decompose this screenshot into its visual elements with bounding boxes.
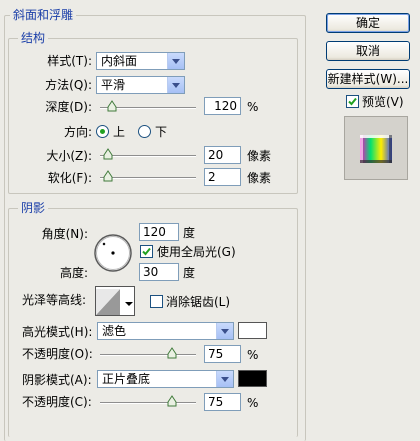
global-light-checkbox[interactable] — [140, 245, 153, 258]
preview-checkbox[interactable] — [346, 95, 359, 108]
soften-slider[interactable] — [100, 177, 196, 179]
structure-title: 结构 — [18, 31, 49, 45]
angle-input[interactable]: 120 — [139, 223, 179, 241]
new-style-button[interactable]: 新建样式(W)... — [326, 69, 410, 89]
contour-chevron-down-icon[interactable] — [124, 296, 134, 306]
soften-label: 软化(F): — [47, 171, 92, 185]
size-slider-thumb[interactable] — [103, 148, 113, 160]
size-input[interactable]: 20 — [204, 146, 241, 164]
technique-label: 方法(Q): — [45, 78, 92, 92]
highlight-opacity-label: 不透明度(O): — [22, 347, 93, 361]
shadow-mode-select[interactable]: 正片叠底 — [97, 370, 234, 388]
shadow-opacity-input[interactable]: 75 — [204, 393, 241, 411]
antialias-checkbox[interactable] — [150, 295, 163, 308]
depth-input[interactable]: 120 — [204, 97, 241, 115]
ok-button[interactable]: 确定 — [326, 13, 410, 33]
highlight-mode-value: 滤色 — [102, 324, 127, 338]
chevron-down-icon[interactable] — [167, 53, 184, 69]
style-label: 样式(T): — [47, 54, 92, 68]
style-preview-swatch — [344, 116, 408, 180]
size-unit: 像素 — [247, 149, 272, 163]
direction-down-label[interactable]: 下 — [155, 124, 167, 140]
highlight-mode-select[interactable]: 滤色 — [97, 322, 234, 340]
soften-input[interactable]: 2 — [204, 168, 241, 186]
depth-label: 深度(D): — [45, 100, 92, 114]
shading-title: 阴影 — [18, 201, 49, 215]
highlight-color-swatch[interactable] — [238, 322, 267, 339]
altitude-label: 高度: — [59, 266, 88, 280]
chevron-down-icon[interactable] — [167, 77, 184, 93]
technique-select[interactable]: 平滑 — [96, 76, 185, 94]
shadow-mode-value: 正片叠底 — [102, 372, 151, 386]
soften-slider-thumb[interactable] — [103, 170, 113, 182]
antialias-label[interactable]: 消除锯齿(L) — [166, 294, 230, 310]
size-slider[interactable] — [100, 155, 196, 157]
direction-label: 方向: — [63, 125, 92, 139]
highlight-opacity-slider[interactable] — [100, 354, 196, 356]
shadow-color-swatch[interactable] — [238, 370, 267, 387]
angle-label: 角度(N): — [41, 227, 88, 241]
direction-up-radio[interactable] — [96, 125, 109, 138]
shadow-opacity-slider[interactable] — [100, 402, 196, 404]
bevel-emboss-title: 斜面和浮雕 — [10, 8, 77, 22]
highlight-opacity-unit: % — [247, 348, 259, 362]
angle-dial-icon[interactable] — [93, 233, 133, 273]
shadow-mode-label: 阴影模式(A): — [22, 373, 92, 387]
altitude-input[interactable]: 30 — [139, 263, 179, 281]
soften-unit: 像素 — [247, 171, 272, 185]
size-label: 大小(Z): — [46, 149, 92, 163]
chevron-down-icon[interactable] — [216, 323, 233, 339]
highlight-opacity-slider-thumb[interactable] — [167, 347, 177, 359]
shadow-opacity-slider-thumb[interactable] — [167, 395, 177, 407]
depth-unit: % — [247, 100, 259, 114]
global-light-label[interactable]: 使用全局光(G) — [157, 244, 236, 260]
altitude-unit: 度 — [183, 266, 196, 280]
technique-select-value: 平滑 — [101, 78, 126, 92]
shadow-opacity-label: 不透明度(C): — [22, 395, 92, 409]
shadow-opacity-unit: % — [247, 396, 259, 410]
highlight-opacity-input[interactable]: 75 — [204, 345, 241, 363]
chevron-down-icon[interactable] — [216, 371, 233, 387]
cancel-button[interactable]: 取消 — [326, 41, 410, 61]
style-select-value: 内斜面 — [101, 54, 138, 68]
direction-down-radio[interactable] — [138, 125, 151, 138]
preview-label[interactable]: 预览(V) — [362, 94, 404, 110]
angle-unit: 度 — [183, 226, 196, 240]
gloss-contour-label: 光泽等高线: — [22, 293, 87, 307]
highlight-mode-label: 高光模式(H): — [22, 325, 93, 339]
style-select[interactable]: 内斜面 — [96, 52, 185, 70]
depth-slider-thumb[interactable] — [107, 100, 117, 112]
direction-up-label[interactable]: 上 — [113, 124, 125, 140]
